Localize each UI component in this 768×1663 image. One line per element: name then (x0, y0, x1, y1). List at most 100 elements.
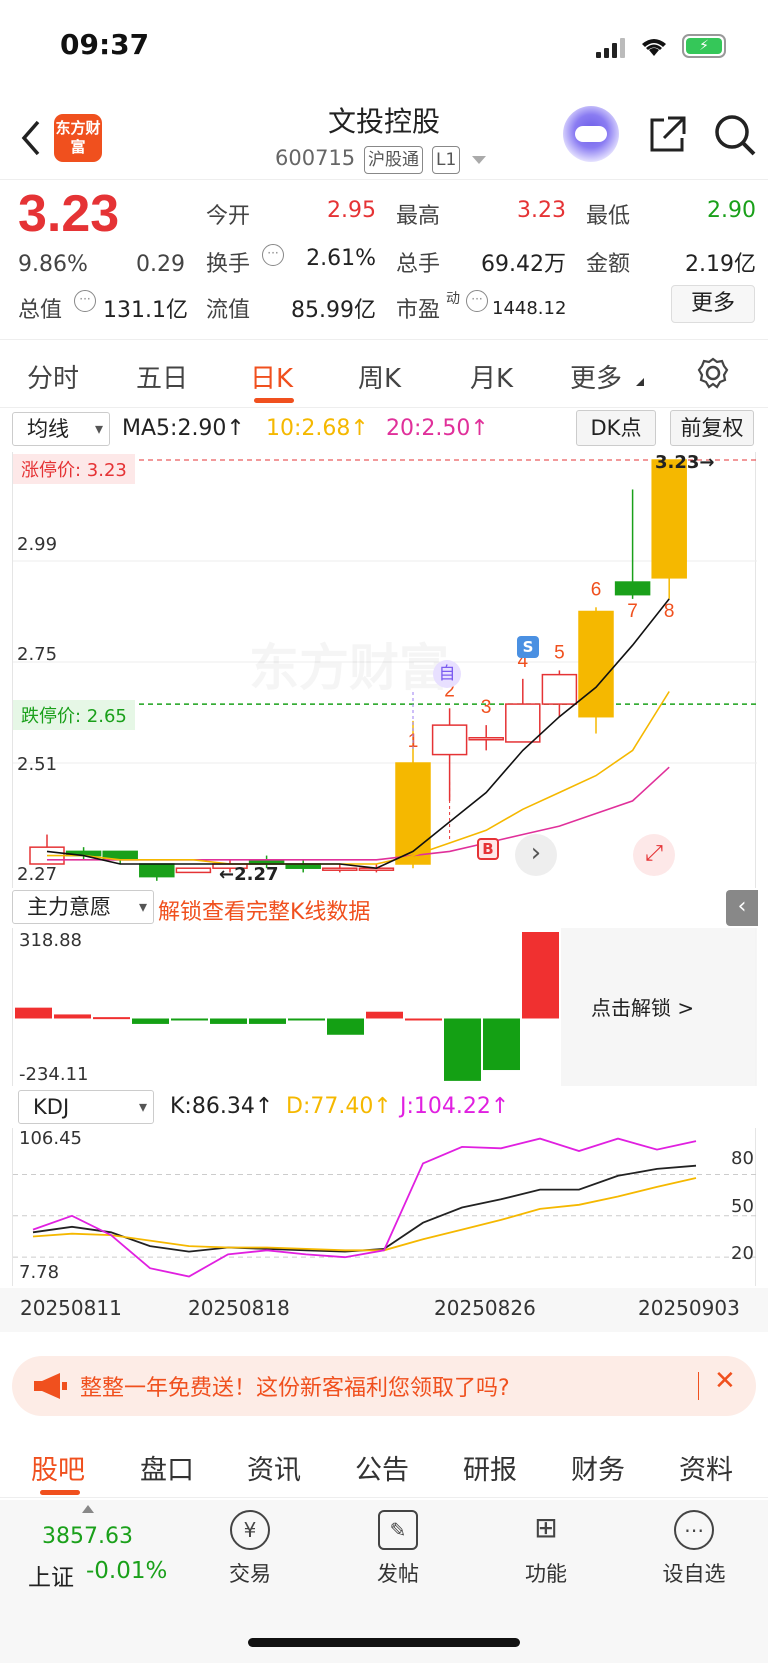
more-dots-icon: ⋯ (674, 1510, 714, 1550)
nav-trade[interactable]: ¥ 交易 (200, 1510, 300, 1588)
kline-chart[interactable]: 12345678 东方财富 涨停价: 3.23 跌停价: 2.65 2.99 2… (12, 452, 757, 888)
main-force-bar (522, 932, 559, 1019)
active-tab-indicator (254, 398, 294, 403)
tab-order-book[interactable]: 盘口 (140, 1448, 194, 1487)
kdj-k-value: K:86.34↑ (170, 1094, 274, 1119)
main-force-bar (15, 1007, 52, 1019)
y-tick-label: 2.99 (17, 534, 58, 555)
date-label: 20250818 (188, 1296, 290, 1320)
tab-daily-k[interactable]: 日K (250, 358, 293, 395)
nav-add-watchlist[interactable]: ⋯ 设自选 (644, 1510, 744, 1588)
nav-post[interactable]: ✎ 发帖 (348, 1510, 448, 1588)
ma10-value: 10:2.68↑ (266, 416, 369, 441)
date-label: 20250826 (434, 1296, 536, 1320)
y-tick-label: 2.75 (17, 644, 58, 665)
kdj-selector[interactable]: KDJ (18, 1090, 154, 1124)
promo-banner[interactable]: 整整一年免费送！这份新客福利您领取了吗? ✕ (12, 1356, 756, 1416)
tab-intraday[interactable]: 分时 (27, 358, 79, 395)
kdj-min: 7.78 (19, 1262, 60, 1283)
tab-financials[interactable]: 财务 (571, 1448, 625, 1487)
sell-badge[interactable]: S (517, 636, 539, 658)
open-label: 今开 (206, 204, 251, 229)
info-icon[interactable]: ··· (466, 290, 488, 312)
kdj-ref-20: 20 (731, 1243, 754, 1264)
tab-weekly-k[interactable]: 周K (358, 358, 401, 395)
low-label: 最低 (586, 204, 631, 229)
info-icon[interactable]: ··· (262, 244, 284, 266)
status-time: 09:37 (60, 28, 150, 61)
kdj-j-line (32, 1137, 697, 1278)
tab-forum[interactable]: 股吧 (31, 1448, 85, 1487)
unlock-hint[interactable]: 解锁查看完整K线数据 (158, 894, 370, 926)
signal-number: 6 (591, 579, 602, 600)
settings-icon[interactable] (696, 356, 730, 390)
unlock-button[interactable]: 点击解锁 > (591, 992, 694, 1021)
index-name: 上证 (28, 1565, 74, 1591)
signal-number: 7 (627, 601, 638, 622)
low-value: 2.90 (707, 198, 756, 223)
y-tick-label: 2.51 (17, 754, 58, 775)
candle-body (614, 581, 651, 596)
robot-avatar[interactable] (563, 106, 619, 162)
turnover-value: 2.61% (306, 246, 376, 271)
signal-icon (596, 38, 626, 58)
candle-body (395, 762, 431, 865)
tab-monthly-k[interactable]: 月K (470, 358, 513, 395)
more-button[interactable]: 更多 (671, 285, 755, 323)
self-select-badge[interactable]: 自 (433, 660, 461, 688)
expand-icon[interactable]: ⤢ (633, 834, 675, 876)
price-adjust-button[interactable]: 前复权 (670, 410, 754, 446)
share-icon[interactable] (646, 114, 688, 156)
candle-body (139, 863, 175, 878)
close-icon[interactable]: ✕ (714, 1366, 736, 1396)
main-force-bar (249, 1018, 286, 1024)
amount-label: 金额 (586, 252, 631, 277)
tab-five-day[interactable]: 五日 (136, 358, 188, 395)
ma10-line (47, 691, 670, 865)
corner-triangle-icon (636, 378, 644, 386)
main-force-bar (93, 1017, 130, 1020)
pe-superscript: 动 (446, 291, 460, 307)
high-label: 最高 (396, 204, 441, 229)
indicator-selector[interactable]: 均线 (12, 412, 110, 446)
tab-more[interactable]: 更多 (570, 358, 622, 395)
kdj-bar: KDJ K:86.34↑ D:77.40↑ J:104.22↑ (0, 1088, 768, 1128)
main-force-selector[interactable]: 主力意愿 (12, 890, 154, 924)
watermark: 东方财富 (249, 628, 449, 700)
info-icon[interactable]: ··· (74, 290, 96, 312)
change-value: 0.29 (136, 252, 185, 277)
wifi-icon (642, 39, 666, 56)
candle-body (431, 724, 468, 756)
home-indicator (248, 1638, 520, 1647)
kdj-chart: 106.45 7.78 80 50 20 (12, 1128, 757, 1286)
chevron-right-icon[interactable]: › (515, 834, 557, 876)
search-icon[interactable] (712, 112, 758, 158)
index-value[interactable]: 3857.63 (42, 1524, 133, 1549)
active-tab-indicator (40, 1490, 80, 1495)
yen-icon: ¥ (230, 1510, 270, 1550)
up-arrow-icon (82, 1505, 94, 1513)
tab-announcements[interactable]: 公告 (355, 1448, 409, 1487)
limit-up-label: 涨停价: 3.23 (13, 454, 135, 484)
stock-code: 600715 (275, 146, 356, 170)
main-force-bar (366, 1011, 403, 1019)
min-price-marker: ←2.27 (219, 864, 279, 885)
kdj-ref-80: 80 (731, 1148, 754, 1169)
ma-legend-bar: 均线 MA5:2.90↑ 10:2.68↑ 20:2.50↑ DK点 前复权 (0, 410, 768, 450)
pe-label: 市盈 (396, 298, 441, 323)
collapse-button[interactable]: ‹ (726, 890, 758, 926)
tab-news[interactable]: 资讯 (247, 1448, 301, 1487)
tab-profile[interactable]: 资料 (679, 1448, 733, 1487)
signal-number: 8 (664, 601, 675, 622)
nav-functions[interactable]: ⊞ 功能 (496, 1510, 596, 1588)
main-force-bar (288, 1018, 325, 1021)
tab-research[interactable]: 研报 (463, 1448, 517, 1487)
dk-point-button[interactable]: DK点 (576, 410, 656, 446)
buy-badge[interactable]: B (477, 838, 499, 860)
main-force-chart: 318.88 -234.11 点击解锁 > (12, 928, 757, 1086)
main-force-bar (54, 1014, 91, 1019)
float-value: 85.99亿 (291, 298, 376, 323)
open-value: 2.95 (327, 198, 376, 223)
dropdown-icon[interactable] (472, 156, 486, 166)
divider (698, 1372, 699, 1400)
